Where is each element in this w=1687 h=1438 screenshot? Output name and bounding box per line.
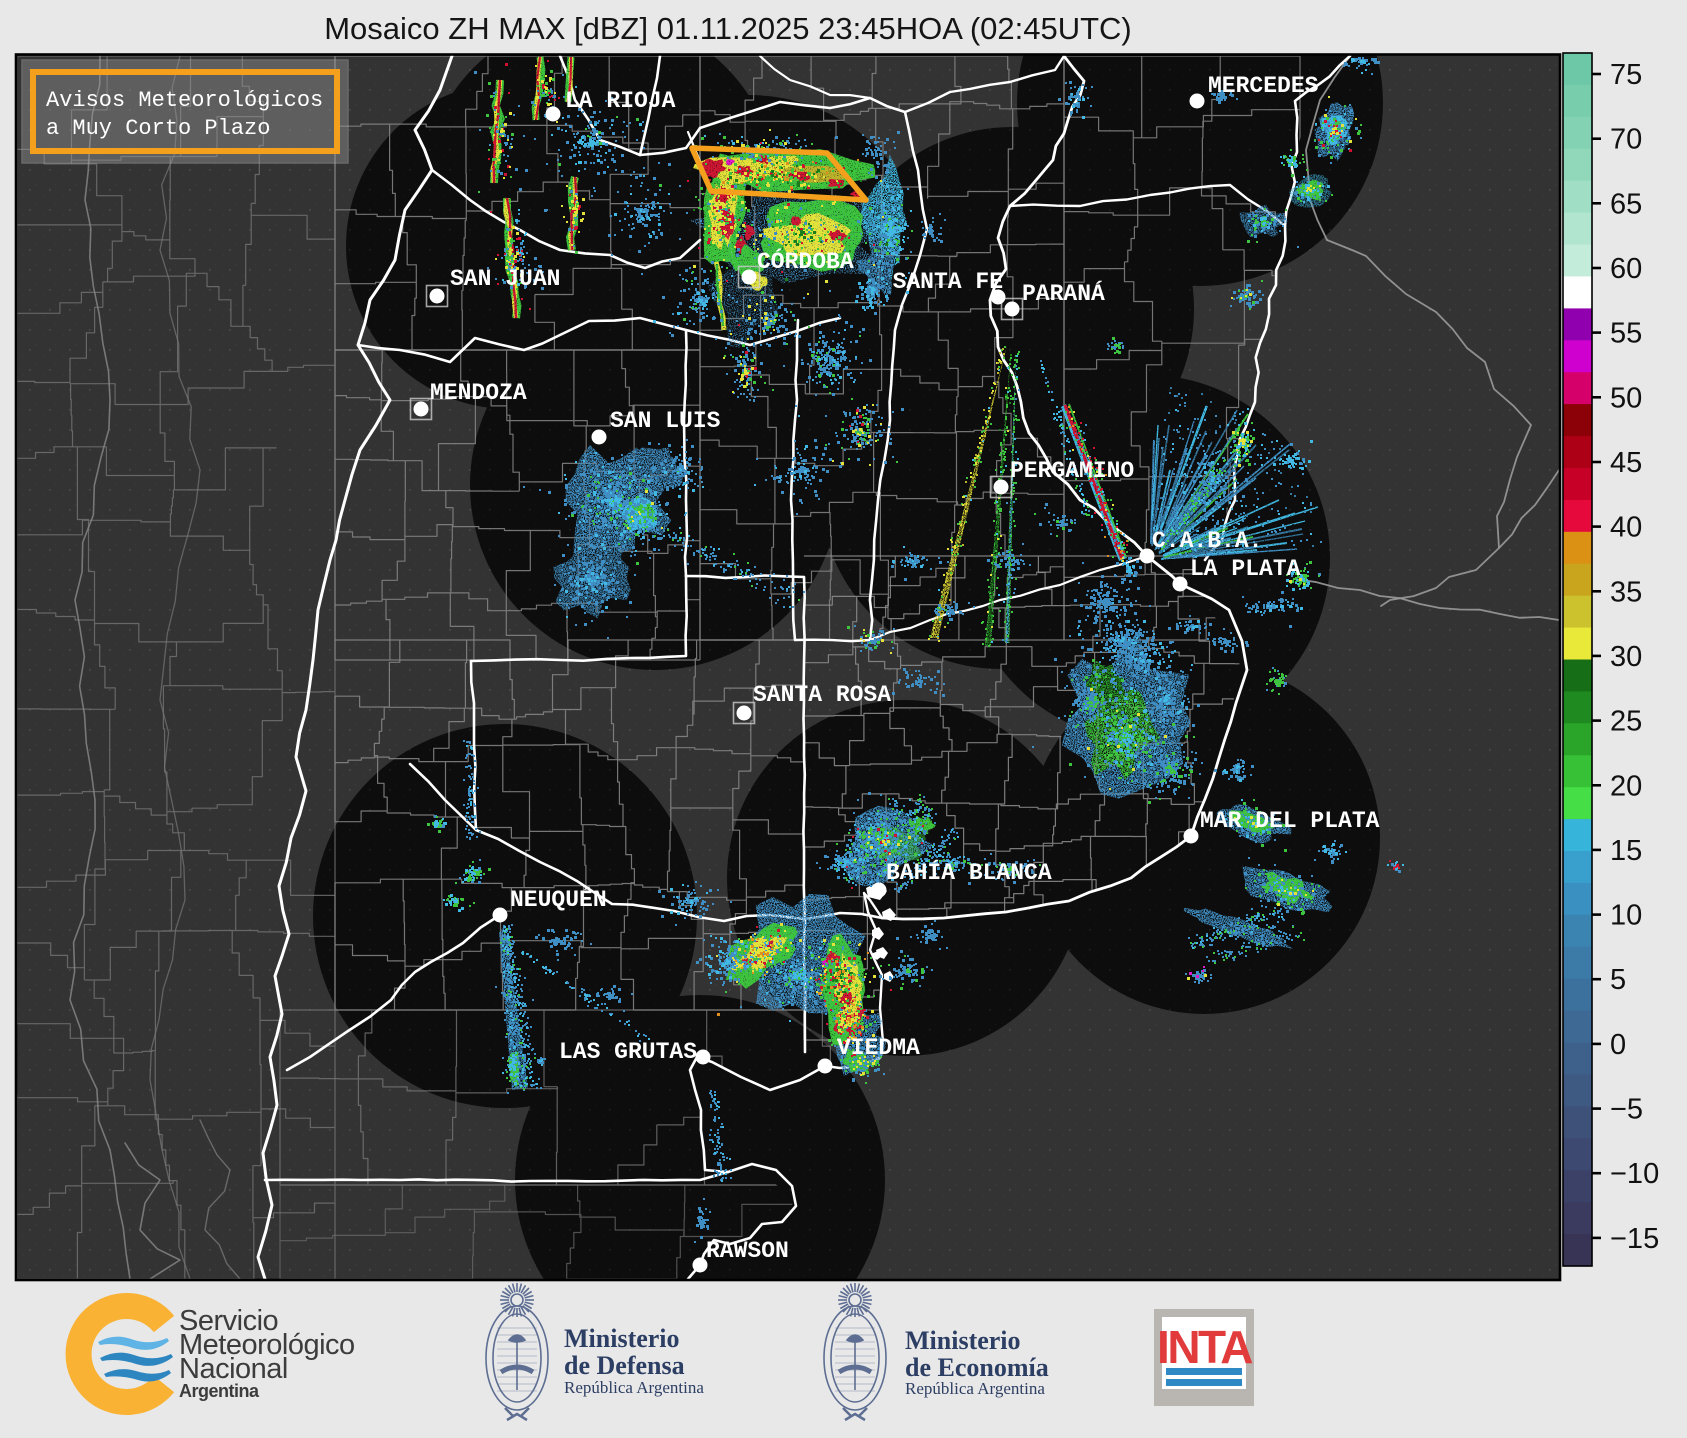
- svg-text:INTA: INTA: [1157, 1321, 1252, 1373]
- svg-text:RAWSON: RAWSON: [706, 1238, 789, 1264]
- svg-text:MAR DEL PLATA: MAR DEL PLATA: [1200, 808, 1380, 834]
- svg-text:45: 45: [1610, 447, 1642, 479]
- svg-text:VIEDMA: VIEDMA: [837, 1035, 920, 1061]
- svg-text:LA RIOJA: LA RIOJA: [565, 88, 676, 114]
- svg-text:0: 0: [1610, 1029, 1626, 1061]
- svg-text:C.A.B.A.: C.A.B.A.: [1152, 528, 1262, 554]
- svg-text:35: 35: [1610, 576, 1642, 608]
- svg-text:−10: −10: [1610, 1158, 1659, 1190]
- svg-text:SAN JUAN: SAN JUAN: [450, 266, 560, 292]
- svg-text:55: 55: [1610, 318, 1642, 350]
- svg-text:60: 60: [1610, 253, 1642, 285]
- svg-text:de Economía: de Economía: [905, 1353, 1049, 1382]
- svg-text:NEUQUÉN: NEUQUÉN: [510, 886, 607, 913]
- svg-text:SAN LUIS: SAN LUIS: [610, 408, 721, 434]
- svg-text:Avisos Meteorológicos: Avisos Meteorológicos: [46, 88, 323, 113]
- svg-text:15: 15: [1610, 835, 1642, 867]
- svg-text:Argentina: Argentina: [179, 1381, 260, 1401]
- svg-text:70: 70: [1610, 124, 1642, 156]
- svg-text:10: 10: [1610, 900, 1642, 932]
- svg-text:SANTA FE: SANTA FE: [893, 269, 1003, 295]
- svg-text:de Defensa: de Defensa: [564, 1351, 685, 1380]
- svg-text:30: 30: [1610, 641, 1642, 673]
- svg-text:CÓRDOBA: CÓRDOBA: [757, 247, 854, 275]
- svg-text:MENDOZA: MENDOZA: [430, 380, 527, 406]
- svg-text:a Muy Corto Plazo: a Muy Corto Plazo: [46, 116, 270, 141]
- svg-text:República Argentina: República Argentina: [905, 1379, 1045, 1398]
- svg-text:República Argentina: República Argentina: [564, 1378, 704, 1397]
- svg-text:Ministerio: Ministerio: [905, 1326, 1021, 1355]
- svg-text:BAHÍA BLANCA: BAHÍA BLANCA: [886, 859, 1052, 886]
- svg-text:Ministerio: Ministerio: [564, 1324, 680, 1353]
- svg-text:20: 20: [1610, 770, 1642, 802]
- svg-text:MERCEDES: MERCEDES: [1208, 73, 1319, 99]
- svg-text:LA PLATA: LA PLATA: [1190, 556, 1301, 582]
- svg-text:PERGAMINO: PERGAMINO: [1010, 458, 1134, 484]
- svg-text:5: 5: [1610, 964, 1626, 996]
- svg-text:PARANÁ: PARANÁ: [1022, 280, 1105, 307]
- svg-text:SANTA ROSA: SANTA ROSA: [753, 682, 891, 708]
- svg-text:25: 25: [1610, 706, 1642, 738]
- svg-text:50: 50: [1610, 382, 1642, 414]
- svg-text:−5: −5: [1610, 1094, 1643, 1126]
- svg-text:40: 40: [1610, 512, 1642, 544]
- svg-text:LAS GRUTAS: LAS GRUTAS: [559, 1039, 697, 1065]
- svg-text:Mosaico ZH MAX [dBZ] 01.11.202: Mosaico ZH MAX [dBZ] 01.11.2025 23:45HOA…: [324, 11, 1132, 46]
- svg-text:65: 65: [1610, 188, 1642, 220]
- svg-text:−15: −15: [1610, 1223, 1659, 1255]
- svg-text:75: 75: [1610, 59, 1642, 91]
